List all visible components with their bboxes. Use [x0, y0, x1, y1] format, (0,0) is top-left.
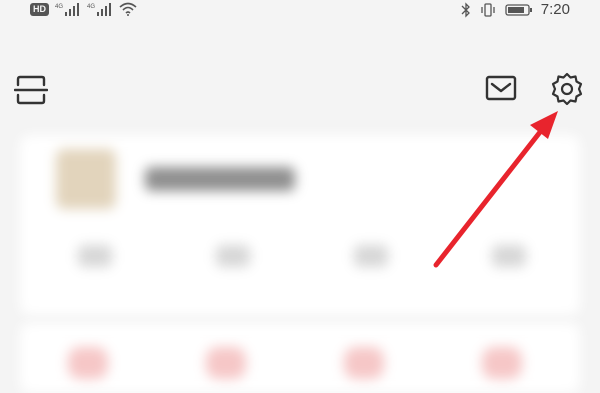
shortcut-item[interactable] — [344, 347, 384, 379]
status-bar-left: HD 4G 4G — [30, 2, 137, 16]
signal-icon: 4G — [55, 3, 79, 16]
status-bar: HD 4G 4G 7:20 — [0, 0, 600, 26]
shortcut-item[interactable] — [482, 347, 522, 379]
svg-text:4G: 4G — [87, 4, 95, 10]
vibrate-icon — [481, 2, 495, 17]
stat-item[interactable] — [78, 245, 112, 267]
username-placeholder — [145, 167, 295, 191]
annotation-arrow — [433, 111, 558, 268]
avatar[interactable] — [56, 149, 116, 209]
stat-item[interactable] — [216, 245, 250, 267]
svg-text:4G: 4G — [55, 4, 63, 10]
clock: 7:20 — [540, 1, 570, 18]
wifi-icon — [119, 2, 137, 16]
status-bar-right: 7:20 — [461, 1, 570, 18]
stat-item[interactable] — [354, 245, 388, 267]
signal-icon-2: 4G — [87, 3, 111, 16]
bluetooth-icon — [461, 1, 470, 18]
shortcut-item[interactable] — [206, 347, 246, 379]
gear-icon[interactable] — [548, 70, 586, 108]
battery-icon — [505, 3, 532, 16]
scan-icon[interactable] — [14, 74, 48, 106]
shortcut-item[interactable] — [68, 347, 108, 379]
hd-badge: HD — [30, 2, 49, 16]
mail-icon[interactable] — [484, 72, 518, 104]
